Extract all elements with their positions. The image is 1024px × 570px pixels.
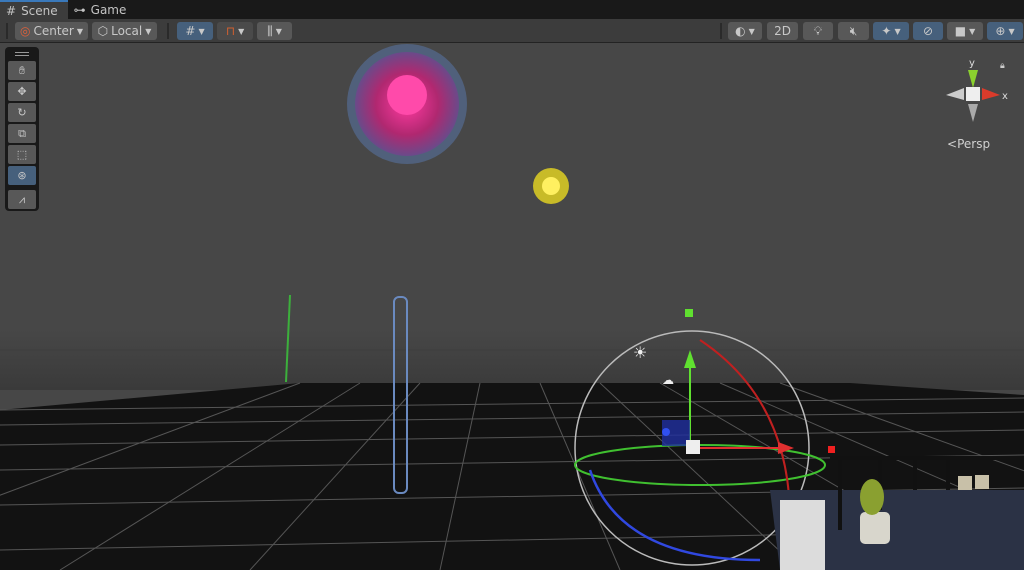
move-icon: ✥ xyxy=(17,85,27,98)
effects-icon: ✦ xyxy=(881,24,892,38)
chevron-down-icon: ▼ xyxy=(198,26,205,36)
hand-icon: ✋︎ xyxy=(18,63,26,77)
camera-button[interactable]: ■ ▼ xyxy=(947,22,983,40)
chevron-down-icon: ▼ xyxy=(969,26,976,36)
lock-icon[interactable]: 🔒︎ xyxy=(1000,61,1005,71)
horizon-fog xyxy=(0,330,1024,390)
ruler-icon: ⫼ xyxy=(267,23,273,38)
tools-overlay: ✋︎ ✥ ↻ ⧉ ⬚ ⊛ ⩘ xyxy=(5,47,39,211)
scene-viewport[interactable]: ☀ ☁ y x 🔒︎ xyxy=(0,43,1024,570)
magnet-grid-icon: ⊓ xyxy=(225,24,236,38)
overlay-drag-handle[interactable] xyxy=(8,49,36,59)
toolbar-separator xyxy=(720,23,722,39)
chevron-down-icon: ▼ xyxy=(1008,26,1015,36)
chevron-down-icon: ▼ xyxy=(748,26,755,36)
draw-mode-button[interactable]: ◐ ▼ xyxy=(728,22,762,40)
eye-slash-icon: ⊘ xyxy=(922,24,934,38)
align-button[interactable]: ⫼ ▼ xyxy=(257,22,292,40)
scale-icon: ⧉ xyxy=(18,126,26,140)
pivot-mode-button[interactable]: ◎ Center ▼ xyxy=(15,22,88,40)
gizmos-button[interactable]: ⊕ ▼ xyxy=(987,22,1023,40)
grid-icon: # xyxy=(6,3,17,18)
pivot-rotation-button[interactable]: ⬡ Local ▼ xyxy=(92,22,157,40)
scale-tool[interactable]: ⧉ xyxy=(8,124,36,143)
yellow-firework-particles xyxy=(533,168,569,204)
lighting-toggle[interactable]: 💡︎ xyxy=(803,22,833,40)
grid-snapping-button[interactable]: # ▼ xyxy=(177,22,213,40)
chevron-down-icon: ▼ xyxy=(238,26,245,36)
local-cube-icon: ⬡ xyxy=(97,24,109,38)
orientation-gizmo[interactable]: y x 🔒︎ xyxy=(946,58,1008,122)
toolbar-separator xyxy=(167,23,169,39)
rotate-icon: ↻ xyxy=(17,106,27,119)
chevron-down-icon: ▼ xyxy=(894,26,901,36)
rect-tool[interactable]: ⬚ xyxy=(8,145,36,164)
rotate-tool[interactable]: ↻ xyxy=(8,103,36,122)
chevron-down-icon: ▼ xyxy=(145,26,152,36)
tab-game[interactable]: ⊶ Game xyxy=(68,0,137,19)
rect-icon: ⬚ xyxy=(16,148,28,161)
x-axis-label: x xyxy=(1002,91,1008,102)
pivot-center-icon: ◎ xyxy=(19,24,31,38)
projection-toggle[interactable]: <Persp xyxy=(947,137,990,151)
scene-visibility-toggle[interactable]: ⊘ xyxy=(913,22,943,40)
hand-tool[interactable]: ✋︎ xyxy=(8,61,36,80)
camera-icon: ■ xyxy=(954,24,967,38)
custom-tool[interactable]: ⩘ xyxy=(8,190,36,209)
toolbar-grip xyxy=(6,23,8,39)
gamepad-icon: ⊶ xyxy=(73,2,86,17)
cloud-icon[interactable]: ☁ xyxy=(662,373,674,387)
tab-scene[interactable]: # Scene xyxy=(0,0,68,19)
gizmo-globe-icon: ⊕ xyxy=(995,24,1006,38)
y-axis-label: y xyxy=(969,58,975,69)
directional-light-icon[interactable]: ☀ xyxy=(633,343,647,362)
increment-snap-button[interactable]: ⊓ ▼ xyxy=(217,22,253,40)
audio-toggle[interactable]: 🔇︎ xyxy=(838,22,869,40)
scene-toolbar: ◎ Center ▼ ⬡ Local ▼ # ▼ ⊓ ▼ ⫼ ▼ ◐ ▼ 2D 💡︎ 🔇︎ ✦ ▼… xyxy=(0,19,1024,43)
transform-icon: ⊛ xyxy=(17,169,27,182)
2d-toggle[interactable]: 2D xyxy=(767,22,798,40)
chevron-down-icon: ▼ xyxy=(275,26,282,36)
shading-sphere-icon: ◐ xyxy=(735,24,746,38)
chevron-down-icon: ▼ xyxy=(76,26,84,36)
perspective-icon: < xyxy=(947,137,958,151)
pink-firework-particles xyxy=(347,44,467,164)
audio-muted-icon: 🔇︎ xyxy=(849,23,858,38)
move-tool[interactable]: ✥ xyxy=(8,82,36,101)
grid-snap-icon: # xyxy=(185,24,196,38)
transform-tool[interactable]: ⊛ xyxy=(8,166,36,185)
tab-bar: # Scene ⊶ Game xyxy=(0,0,1024,19)
custom-tool-icon: ⩘ xyxy=(18,192,26,206)
lightbulb-icon: 💡︎ xyxy=(813,23,823,38)
effects-button[interactable]: ✦ ▼ xyxy=(873,22,909,40)
